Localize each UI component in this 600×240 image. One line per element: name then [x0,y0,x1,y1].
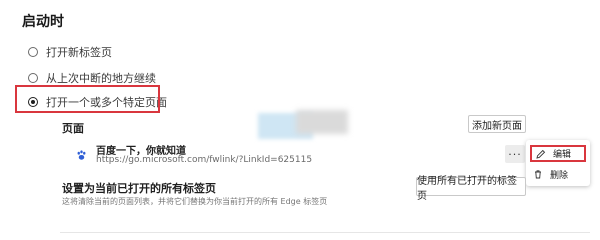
radio-button[interactable] [28,47,38,57]
add-new-page-button[interactable]: 添加新页面 [468,115,526,133]
page-url: https://go.microsoft.com/fwlink/?LinkId=… [96,155,313,165]
radio-label: 从上次中断的地方继续 [46,72,156,85]
radio-open-new-tab[interactable]: 打开新标签页 [28,44,112,60]
menu-item-label: 编辑 [553,150,572,160]
more-actions-button[interactable]: ··· [505,145,525,163]
baidu-paw-icon [76,150,87,164]
pages-label: 页面 [62,122,84,135]
radio-label: 打开新标签页 [46,46,112,59]
radio-button[interactable] [28,73,38,83]
blurred-region [296,110,348,134]
set-current-title: 设置为当前已打开的所有标签页 [62,182,216,195]
set-current-description: 这将清除当前的页面列表，并将它们替换为你当前打开的所有 Edge 标签页 [62,197,328,206]
menu-item-edit[interactable]: 编辑 [530,145,586,162]
section-title: 启动时 [22,14,64,30]
use-all-open-tabs-button[interactable]: 使用所有已打开的标签页 [416,176,526,202]
context-menu: 编辑 删除 [526,140,590,186]
pencil-icon [535,149,547,159]
highlight-annotation [15,85,160,113]
trash-icon [532,169,544,179]
divider [60,232,590,233]
radio-continue-where-left[interactable]: 从上次中断的地方继续 [28,70,156,86]
menu-item-delete[interactable]: 删除 [532,167,568,181]
menu-item-label: 删除 [550,170,569,181]
